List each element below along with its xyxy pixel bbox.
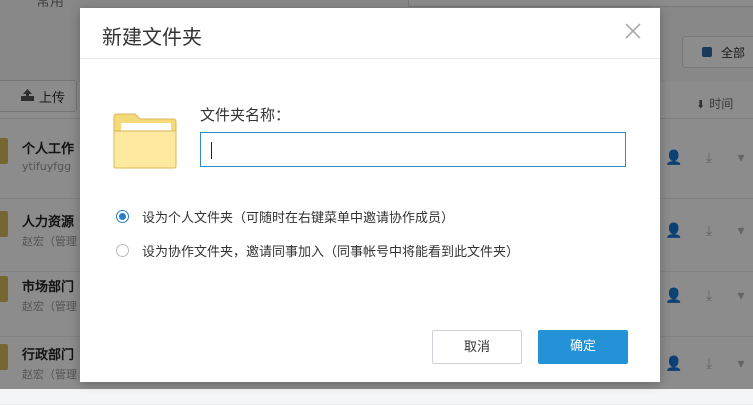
folder-icon [113,113,177,169]
personal-folder-label: 设为个人文件夹（可随时在右键菜单中邀请协作成员） [142,210,455,226]
collab-folder-label: 设为协作文件夹，邀请同事加入（同事帐号中将能看到此文件夹） [142,244,520,260]
new-folder-dialog: 新建文件夹 文件夹名称： 设为个人文件夹（可随时在右键菜单中邀请协作成员） 设为… [80,8,660,382]
folder-name-label: 文件夹名称： [200,106,291,124]
cancel-button[interactable]: 取消 [432,330,522,364]
folder-name-input[interactable] [200,132,626,167]
personal-folder-option[interactable]: 设为个人文件夹（可随时在右键菜单中邀请协作成员） [116,206,454,226]
collab-folder-option[interactable]: 设为协作文件夹，邀请同事加入（同事帐号中将能看到此文件夹） [116,240,519,260]
ok-button[interactable]: 确定 [538,330,628,364]
dialog-header: 新建文件夹 [80,8,660,59]
radio-collab[interactable] [116,243,129,257]
close-icon[interactable] [622,20,644,42]
radio-personal[interactable] [116,209,129,223]
dialog-title: 新建文件夹 [102,25,202,49]
text-caret [211,142,212,159]
